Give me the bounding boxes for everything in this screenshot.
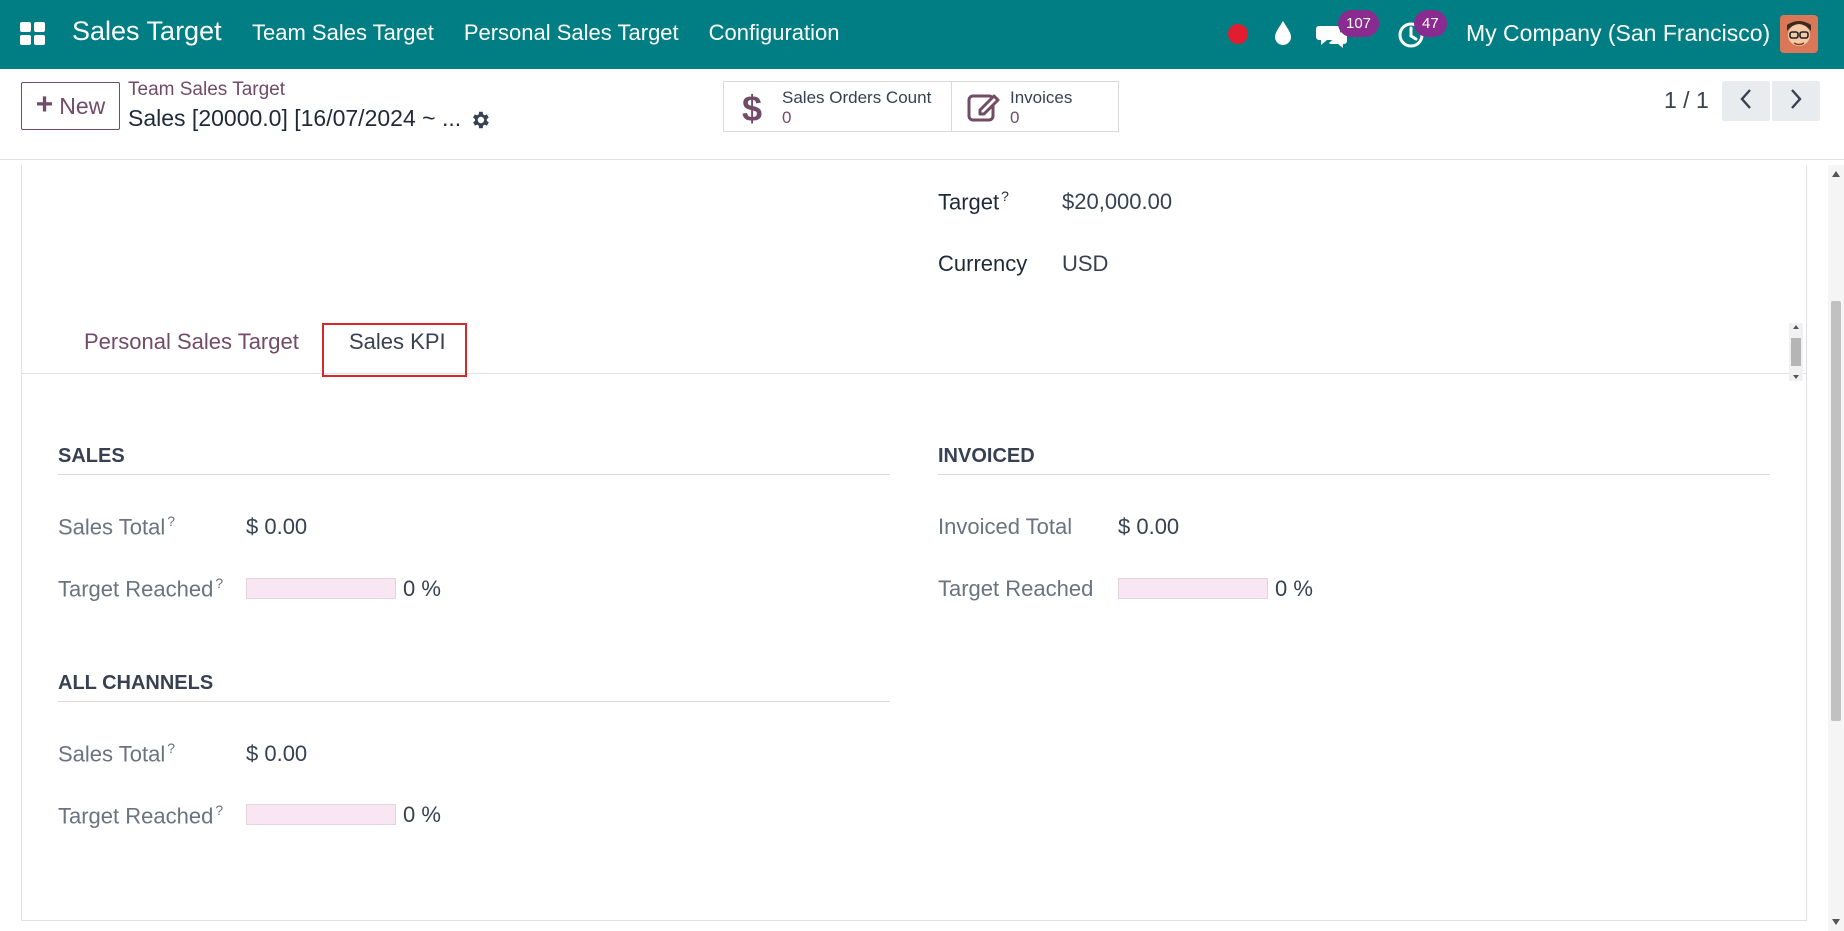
target-help-tooltip[interactable]: ? — [1001, 188, 1009, 204]
control-panel: + New Team Sales Target Sales [20000.0] … — [0, 69, 1844, 160]
user-avatar[interactable] — [1780, 15, 1818, 53]
all-channels-target-reached-label: Target Reached? — [58, 802, 223, 829]
sales-total-help-tooltip[interactable]: ? — [167, 513, 175, 529]
dollar-icon: $ — [738, 88, 768, 131]
all-channels-sales-total-label-text: Sales Total — [58, 741, 166, 767]
all-channels-target-reached-value: 0 % — [403, 802, 441, 827]
menu-team-sales-target[interactable]: Team Sales Target — [252, 20, 434, 46]
all-channels-target-reached-help-tooltip[interactable]: ? — [215, 802, 223, 818]
edit-icon — [966, 90, 1002, 129]
sales-group-title: SALES — [58, 445, 125, 467]
pager-next-button[interactable] — [1772, 81, 1820, 121]
tabs-scrollbar[interactable] — [1789, 323, 1803, 381]
invoiced-group-title: INVOICED — [938, 445, 1035, 467]
plus-icon: + — [35, 87, 54, 121]
svg-text:$: $ — [742, 90, 762, 126]
tab-highlight-box — [322, 323, 467, 377]
invoiced-target-reached-value: 0 % — [1275, 576, 1313, 601]
form-sheet: Target? $20,000.00 Currency USD Personal… — [21, 165, 1807, 921]
currency-label: Currency — [938, 251, 1028, 276]
recording-indicator-icon[interactable] — [1228, 24, 1248, 44]
sales-total-label: Sales Total? — [58, 513, 175, 540]
record-title: Sales [20000.0] [16/07/2024 ~ ... — [128, 105, 462, 131]
page-scrollbar[interactable] — [1828, 165, 1844, 931]
app-title[interactable]: Sales Target — [72, 16, 222, 47]
breadcrumb-team-sales-target[interactable]: Team Sales Target — [128, 79, 285, 101]
invoiced-total-label: Invoiced Total — [938, 514, 1073, 539]
new-button-label: New — [59, 92, 106, 119]
chevron-right-icon — [1789, 88, 1803, 115]
invoiced-target-progress-bar — [1118, 578, 1268, 599]
notebook-tabs: Personal Sales Target Sales KPI — [22, 315, 1806, 374]
tab-personal-sales-target[interactable]: Personal Sales Target — [84, 329, 299, 355]
target-label-text: Target — [938, 189, 1000, 215]
sales-target-reached-label: Target Reached? — [58, 575, 223, 602]
pager-previous-button[interactable] — [1722, 81, 1770, 121]
sales-target-progress-bar — [246, 578, 396, 599]
target-value[interactable]: $20,000.00 — [1062, 189, 1172, 215]
all-channels-sales-total-value: $ 0.00 — [246, 741, 308, 766]
activities-count-badge: 47 — [1414, 10, 1447, 37]
page-scrollbar-thumb[interactable] — [1831, 301, 1841, 721]
invoices-label: Invoices — [1010, 88, 1073, 107]
main-menu: Team Sales Target Personal Sales Target … — [252, 20, 870, 46]
gear-icon[interactable] — [469, 109, 491, 136]
all-channels-group-divider — [58, 701, 890, 702]
sales-orders-count-value: 0 — [782, 108, 792, 127]
menu-configuration[interactable]: Configuration — [709, 20, 840, 46]
invoices-button[interactable]: Invoices 0 — [951, 81, 1119, 132]
all-channels-sales-total-label: Sales Total? — [58, 740, 175, 767]
invoices-value: 0 — [1010, 108, 1020, 127]
sales-target-reached-value: 0 % — [403, 576, 441, 601]
sales-target-reached-help-tooltip[interactable]: ? — [215, 575, 223, 591]
all-channels-sales-total-help-tooltip[interactable]: ? — [167, 740, 175, 756]
menu-personal-sales-target[interactable]: Personal Sales Target — [464, 20, 679, 46]
water-drop-icon[interactable] — [1272, 20, 1294, 51]
sales-total-value: $ 0.00 — [246, 514, 308, 539]
sales-group-divider — [58, 474, 890, 475]
new-button[interactable]: + New — [21, 82, 120, 130]
invoiced-target-reached-label: Target Reached — [938, 576, 1094, 601]
top-navbar: Sales Target Team Sales Target Personal … — [0, 0, 1844, 69]
sales-orders-count-button[interactable]: $ Sales Orders Count 0 — [723, 81, 952, 132]
sales-total-label-text: Sales Total — [58, 514, 166, 540]
apps-menu-icon[interactable] — [20, 22, 46, 46]
invoiced-group-divider — [938, 474, 1770, 475]
all-channels-target-reached-label-text: Target Reached — [58, 803, 214, 829]
invoiced-total-value: $ 0.00 — [1118, 514, 1180, 539]
target-label: Target? — [938, 188, 1009, 215]
sales-orders-count-label: Sales Orders Count — [782, 88, 932, 107]
messages-count-badge: 107 — [1338, 10, 1380, 37]
chevron-left-icon — [1739, 88, 1753, 115]
company-switcher[interactable]: My Company (San Francisco) — [1466, 20, 1770, 47]
all-channels-group-title: ALL CHANNELS — [58, 672, 214, 694]
currency-value[interactable]: USD — [1062, 251, 1108, 277]
sales-target-reached-label-text: Target Reached — [58, 576, 214, 602]
all-channels-target-progress-bar — [246, 804, 396, 825]
pager-value[interactable]: 1 / 1 — [1664, 87, 1709, 114]
